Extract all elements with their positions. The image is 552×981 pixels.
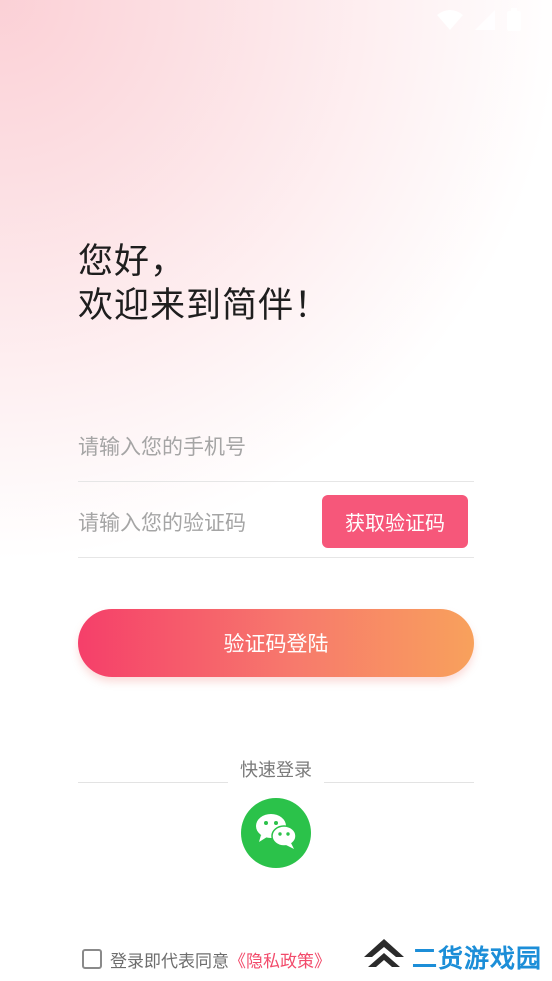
wifi-icon	[436, 9, 464, 31]
wechat-login-button[interactable]	[241, 798, 311, 868]
wechat-icon	[253, 811, 299, 855]
agreement-row: 登录即代表同意 《隐私政策》	[82, 946, 331, 972]
battery-icon	[506, 8, 522, 32]
login-button[interactable]: 验证码登陆	[78, 609, 474, 677]
agreement-checkbox[interactable]	[82, 949, 102, 969]
code-input[interactable]	[78, 502, 308, 543]
get-code-button[interactable]: 获取验证码	[322, 495, 468, 548]
code-field: 获取验证码	[78, 488, 474, 558]
watermark-logo-icon	[362, 935, 406, 979]
greeting-line-1: 您好，	[78, 242, 187, 282]
divider-line-left	[78, 781, 228, 783]
greeting-heading: 您好， 欢迎来到简伴！	[78, 240, 330, 328]
phone-field	[78, 412, 474, 482]
status-bar	[436, 8, 522, 32]
privacy-policy-link[interactable]: 《隐私政策》	[229, 947, 331, 972]
watermark: 二货游戏园	[360, 935, 547, 979]
greeting-line-2: 欢迎来到简伴！	[78, 286, 331, 326]
watermark-text: 二货游戏园	[412, 944, 543, 973]
quick-login-label: 快速登录	[240, 760, 312, 781]
divider-line-right	[324, 781, 474, 783]
phone-input[interactable]	[78, 426, 308, 467]
agreement-text: 登录即代表同意	[110, 951, 229, 972]
signal-icon	[474, 9, 496, 31]
quick-login-divider: 快速登录	[78, 756, 474, 783]
